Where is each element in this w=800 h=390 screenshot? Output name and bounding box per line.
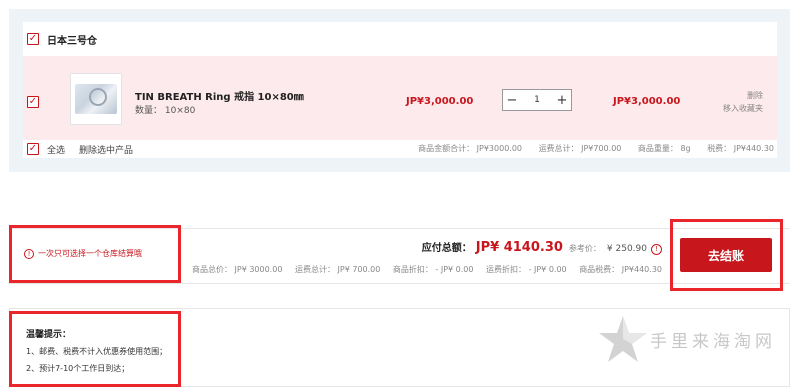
warning-text: 一次只可选择一个仓库结算哦 — [38, 249, 142, 258]
star-icon — [599, 316, 647, 362]
unit-price: JP¥3,000.00 — [406, 96, 474, 107]
total-label: 应付总额： — [421, 243, 472, 254]
cart-panel: ✓ 日本三号仓 ✓ TIN BREATH Ring 戒指 10×80㎜ 数量： … — [9, 9, 790, 172]
increment-button[interactable]: + — [553, 90, 571, 110]
product-image — [75, 84, 117, 114]
watermark-text: 手里来海淘网 — [650, 331, 776, 352]
cart-inner: ✓ 日本三号仓 ✓ TIN BREATH Ring 戒指 10×80㎜ 数量： … — [23, 22, 777, 158]
delete-link[interactable]: 删除 — [713, 89, 763, 102]
tip-item: 2、预计7-10个工作日到达； — [26, 364, 130, 373]
tips-title: 温馨提示： — [26, 330, 72, 340]
cart-item-row: ✓ TIN BREATH Ring 戒指 10×80㎜ 数量： 10×80 JP… — [23, 56, 777, 140]
goods-total-detail: 商品总价： JP¥ 3000.00 — [191, 265, 283, 274]
product-title[interactable]: TIN BREATH Ring 戒指 10×80㎜ — [135, 88, 304, 103]
reference-price-value: ¥ 250.90 — [606, 244, 647, 254]
cart-footer: ✓ 全选 删除选中产品 商品金额合计： JP¥3000.00 运费总计： JP¥… — [23, 140, 777, 158]
warning-highlight-frame: ! 一次只可选择一个仓库结算哦 — [9, 225, 181, 283]
item-operations: 删除 移入收藏夹 — [713, 89, 763, 115]
decrement-button[interactable]: − — [503, 90, 521, 110]
delete-selected-link[interactable]: 删除选中产品 — [79, 143, 133, 156]
watermark: 手里来海淘网 — [598, 314, 776, 364]
item-checkbox[interactable]: ✓ — [27, 96, 39, 108]
product-spec: 数量： 10×80 — [135, 106, 196, 116]
quantity-stepper: − 1 + — [502, 89, 572, 111]
tip-item: 1、邮费、税费不计入优惠券使用范围； — [26, 347, 168, 356]
shipping-total-detail: 运费总计： JP¥ 700.00 — [294, 265, 381, 274]
price-breakdown: 商品总价： JP¥ 3000.00 运费总计： JP¥ 700.00 商品折扣：… — [192, 264, 662, 275]
select-all-checkbox[interactable]: ✓ — [27, 143, 39, 155]
warehouse-name: 日本三号仓 — [47, 35, 97, 47]
item-subtotal: JP¥3,000.00 — [613, 96, 681, 107]
total-value: JP¥ 4140.30 — [475, 240, 563, 255]
goods-tax-detail: 商品税费： JP¥440.30 — [579, 265, 662, 274]
warning-icon: ! — [24, 248, 34, 259]
product-thumbnail[interactable] — [70, 73, 122, 125]
warehouse-header: ✓ 日本三号仓 — [23, 22, 777, 56]
tips-highlight-frame: 温馨提示： 1、邮费、税费不计入优惠券使用范围； 2、预计7-10个工作日到达； — [9, 311, 181, 387]
move-to-favorites-link[interactable]: 移入收藏夹 — [713, 102, 763, 115]
reference-price-label: 参考价： — [568, 244, 601, 253]
goods-discount-detail: 商品折扣： - JP¥ 0.00 — [392, 265, 474, 274]
weight-summary: 商品重量： 8g — [637, 144, 691, 153]
warehouse-warning: ! 一次只可选择一个仓库结算哦 — [24, 248, 142, 259]
tax-summary: 税费： JP¥440.30 — [707, 144, 774, 153]
payable-total: 应付总额： JP¥ 4140.30 参考价： ¥ 250.90 ! — [422, 239, 662, 255]
warehouse-checkbox[interactable]: ✓ — [27, 33, 39, 45]
shipping-discount-detail: 运费折扣： - JP¥ 0.00 — [486, 265, 567, 274]
checkout-button[interactable]: 去结账 — [680, 238, 772, 272]
quantity-value[interactable]: 1 — [521, 95, 553, 105]
goods-total-summary: 商品金额合计： JP¥3000.00 — [418, 144, 523, 153]
shipping-summary: 运费总计： JP¥700.00 — [538, 144, 622, 153]
select-all-label[interactable]: 全选 — [47, 143, 65, 156]
info-icon[interactable]: ! — [651, 244, 662, 255]
cart-summary: 商品金额合计： JP¥3000.00 运费总计： JP¥700.00 商品重量：… — [418, 143, 774, 154]
